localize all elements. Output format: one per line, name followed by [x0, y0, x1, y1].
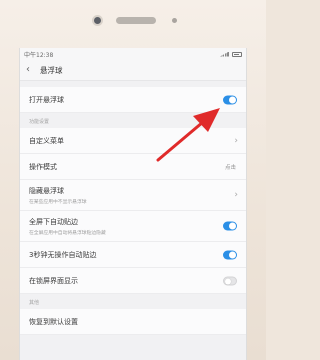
- operation-mode-value: 点击: [224, 164, 236, 171]
- floating-ball-toggle[interactable]: [223, 95, 237, 104]
- page-title: 悬浮球: [40, 65, 63, 75]
- section-header-other: 其他: [20, 294, 246, 309]
- operation-mode-label: 操作模式: [29, 162, 57, 171]
- status-bar: 中午12:38: [20, 48, 246, 60]
- toggle-row-fullscreen-snap[interactable]: 全屏下自动贴边 在全屏应用中自动将悬浮球贴边隐藏: [20, 211, 246, 242]
- reset-label: 恢复到默认设置: [29, 317, 78, 326]
- battery-icon: [232, 51, 242, 57]
- phone-device: 中午12:38 ‹ 悬浮球 打开悬浮球 功能设置 自定义菜单 › 操作模式 点击: [0, 0, 266, 360]
- fullscreen-snap-toggle[interactable]: [223, 221, 237, 231]
- back-arrow-icon[interactable]: ‹: [26, 65, 40, 75]
- toggle-floating-ball-label: 打开悬浮球: [29, 95, 64, 104]
- idle-snap-toggle[interactable]: [223, 250, 237, 259]
- earpiece-speaker: [116, 17, 156, 24]
- toggle-row-floating-ball[interactable]: 打开悬浮球: [20, 87, 246, 113]
- toggle-row-idle-snap[interactable]: 3秒钟无操作自动贴边: [20, 242, 246, 268]
- lockscreen-toggle[interactable]: [223, 276, 237, 285]
- fullscreen-snap-description: 在全屏应用中自动将悬浮球贴边隐藏: [29, 230, 106, 236]
- menu-item-reset[interactable]: 恢复到默认设置: [20, 309, 246, 335]
- menu-item-operation-mode[interactable]: 操作模式 点击: [20, 154, 246, 180]
- status-time: 中午12:38: [24, 51, 54, 59]
- phone-screen: 中午12:38 ‹ 悬浮球 打开悬浮球 功能设置 自定义菜单 › 操作模式 点击: [19, 48, 247, 360]
- proximity-sensor: [172, 18, 177, 23]
- chevron-right-icon: ›: [234, 135, 238, 146]
- front-camera: [92, 15, 103, 26]
- hide-ball-label: 隐藏悬浮球: [29, 186, 64, 195]
- menu-item-hide-ball[interactable]: 隐藏悬浮球 在某些应用中不显示悬浮球 ›: [20, 180, 246, 211]
- phone-top-bezel: [0, 0, 266, 48]
- fullscreen-snap-label: 全屏下自动贴边: [29, 217, 78, 226]
- section-header-function: 功能设置: [20, 113, 246, 128]
- menu-item-custom-menu[interactable]: 自定义菜单 ›: [20, 128, 246, 154]
- custom-menu-label: 自定义菜单: [29, 136, 64, 145]
- lockscreen-label: 在锁屏界面显示: [29, 276, 78, 285]
- signal-icon: [220, 51, 229, 57]
- chevron-right-icon: ›: [234, 190, 238, 200]
- title-bar: ‹ 悬浮球: [20, 60, 246, 81]
- hide-ball-description: 在某些应用中不显示悬浮球: [29, 199, 87, 205]
- idle-snap-label: 3秒钟无操作自动贴边: [29, 250, 97, 259]
- status-icons: [220, 51, 242, 57]
- toggle-row-lockscreen[interactable]: 在锁屏界面显示: [20, 268, 246, 294]
